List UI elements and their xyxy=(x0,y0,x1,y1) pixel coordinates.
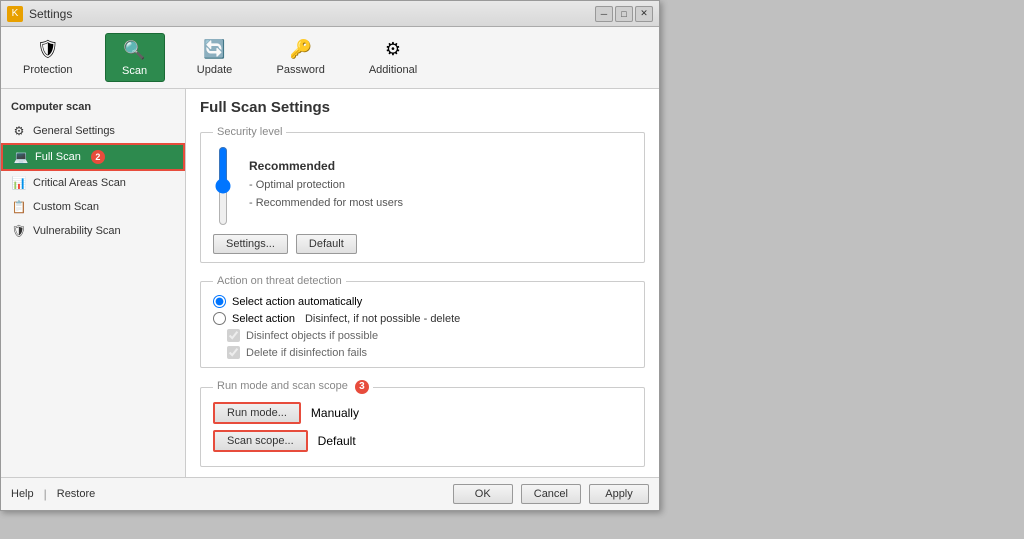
bottom-left: Help | Restore xyxy=(11,487,95,501)
toolbar: 🛡 Protection 🔍 Scan 🔄 Update 🔑 Password … xyxy=(1,27,659,89)
run-mode-value: Manually xyxy=(311,406,359,420)
delete-item[interactable]: Delete if disinfection fails xyxy=(213,346,632,359)
protection-icon: 🛡 xyxy=(34,37,62,61)
close-button[interactable]: ✕ xyxy=(635,6,653,22)
security-desc2: - Recommended for most users xyxy=(249,195,632,213)
ok-button[interactable]: OK xyxy=(453,484,513,504)
action-auto-label: Select action automatically xyxy=(232,296,362,308)
security-title: Recommended xyxy=(249,159,632,173)
apply-button[interactable]: Apply xyxy=(589,484,649,504)
action-auto-item[interactable]: Select action automatically xyxy=(213,295,632,308)
toolbar-protection[interactable]: 🛡 Protection xyxy=(11,33,85,82)
minimize-button[interactable]: ─ xyxy=(595,6,613,22)
settings-window: K Settings ─ □ ✕ 🛡 Protection 🔍 Scan 🔄 U… xyxy=(0,0,660,511)
toolbar-password-label: Password xyxy=(277,64,325,76)
sidebar: Computer scan ⚙ General Settings 💻 Full … xyxy=(1,89,186,477)
help-link[interactable]: Help xyxy=(11,487,34,501)
toolbar-additional-label: Additional xyxy=(369,64,417,76)
run-mode-legend: Run mode and scan scope 3 xyxy=(213,380,373,394)
settings-button[interactable]: Settings... xyxy=(213,234,288,254)
action-section: Action on threat detection Select action… xyxy=(200,275,645,368)
slider-container xyxy=(213,146,233,226)
badge-3: 3 xyxy=(355,380,369,394)
update-icon: 🔄 xyxy=(201,37,229,61)
toolbar-update[interactable]: 🔄 Update xyxy=(185,33,245,82)
bottom-right: OK Cancel Apply xyxy=(453,484,649,504)
window-controls: ─ □ ✕ xyxy=(595,6,653,22)
restore-link[interactable]: Restore xyxy=(57,487,96,501)
maximize-button[interactable]: □ xyxy=(615,6,633,22)
toolbar-scan-label: Scan xyxy=(122,65,147,77)
action-legend: Action on threat detection xyxy=(213,275,346,287)
scan-icon: 🔍 xyxy=(121,38,149,62)
title-bar: K Settings ─ □ ✕ xyxy=(1,1,659,27)
action-manual-value: Disinfect, if not possible - delete xyxy=(305,313,460,325)
run-mode-row: Run mode... Manually xyxy=(213,402,632,424)
scan-scope-button[interactable]: Scan scope... xyxy=(213,430,308,452)
action-manual-item[interactable]: Select action Disinfect, if not possible… xyxy=(213,312,632,325)
toolbar-scan[interactable]: 🔍 Scan xyxy=(105,33,165,82)
sidebar-item-critical[interactable]: 📊 Critical Areas Scan xyxy=(1,171,185,195)
vulnerability-icon: 🛡 xyxy=(11,223,27,239)
security-desc1: - Optimal protection xyxy=(249,177,632,195)
security-level-section: Security level Recommended - Optimal pro… xyxy=(200,126,645,263)
separator: | xyxy=(44,487,47,501)
sidebar-custom-label: Custom Scan xyxy=(33,201,99,213)
scan-scope-value: Default xyxy=(318,434,356,448)
sidebar-item-vulnerability[interactable]: 🛡 Vulnerability Scan xyxy=(1,219,185,243)
content-area: Computer scan ⚙ General Settings 💻 Full … xyxy=(1,89,659,477)
scan-scope-row: Scan scope... Default xyxy=(213,430,632,452)
custom-icon: 📋 xyxy=(11,199,27,215)
default-button[interactable]: Default xyxy=(296,234,357,254)
sidebar-item-general[interactable]: ⚙ General Settings xyxy=(1,119,185,143)
security-legend: Security level xyxy=(213,126,286,138)
cancel-button[interactable]: Cancel xyxy=(521,484,581,504)
security-slider[interactable] xyxy=(213,146,233,226)
sidebar-vulnerability-label: Vulnerability Scan xyxy=(33,225,121,237)
disinfect-item[interactable]: Disinfect objects if possible xyxy=(213,329,632,342)
disinfect-checkbox[interactable] xyxy=(227,329,240,342)
toolbar-protection-label: Protection xyxy=(23,64,73,76)
sidebar-fullscan-label: Full Scan xyxy=(35,151,81,163)
bottom-bar: Help | Restore OK Cancel Apply xyxy=(1,477,659,510)
fullscan-icon: 💻 xyxy=(13,149,29,165)
sidebar-general-label: General Settings xyxy=(33,125,115,137)
title-bar-left: K Settings xyxy=(7,6,72,22)
action-radio-group: Select action automatically Select actio… xyxy=(213,295,632,359)
critical-icon: 📊 xyxy=(11,175,27,191)
security-level-content: Recommended - Optimal protection - Recom… xyxy=(213,146,632,226)
sidebar-item-custom[interactable]: 📋 Custom Scan xyxy=(1,195,185,219)
app-icon: K xyxy=(7,6,23,22)
main-panel: Full Scan Settings Security level Recomm… xyxy=(186,89,659,477)
action-manual-label: Select action xyxy=(232,313,295,325)
security-info: Recommended - Optimal protection - Recom… xyxy=(249,159,632,212)
run-mode-section: Run mode and scan scope 3 Run mode... Ma… xyxy=(200,380,645,467)
password-icon: 🔑 xyxy=(287,37,315,61)
action-auto-radio[interactable] xyxy=(213,295,226,308)
action-manual-radio[interactable] xyxy=(213,312,226,325)
toolbar-additional[interactable]: ⚙ Additional xyxy=(357,33,429,82)
general-icon: ⚙ xyxy=(11,123,27,139)
run-mode-button[interactable]: Run mode... xyxy=(213,402,301,424)
security-buttons: Settings... Default xyxy=(213,234,632,254)
sidebar-badge-2: 2 xyxy=(91,150,105,164)
disinfect-label: Disinfect objects if possible xyxy=(246,330,378,342)
toolbar-update-label: Update xyxy=(197,64,232,76)
sidebar-section-title: Computer scan xyxy=(1,97,185,119)
delete-label: Delete if disinfection fails xyxy=(246,347,367,359)
panel-title: Full Scan Settings xyxy=(200,99,645,116)
toolbar-password[interactable]: 🔑 Password xyxy=(265,33,337,82)
sidebar-critical-label: Critical Areas Scan xyxy=(33,177,126,189)
additional-icon: ⚙ xyxy=(379,37,407,61)
delete-checkbox[interactable] xyxy=(227,346,240,359)
sidebar-item-fullscan[interactable]: 💻 Full Scan 2 xyxy=(1,143,185,171)
window-title: Settings xyxy=(29,7,72,21)
